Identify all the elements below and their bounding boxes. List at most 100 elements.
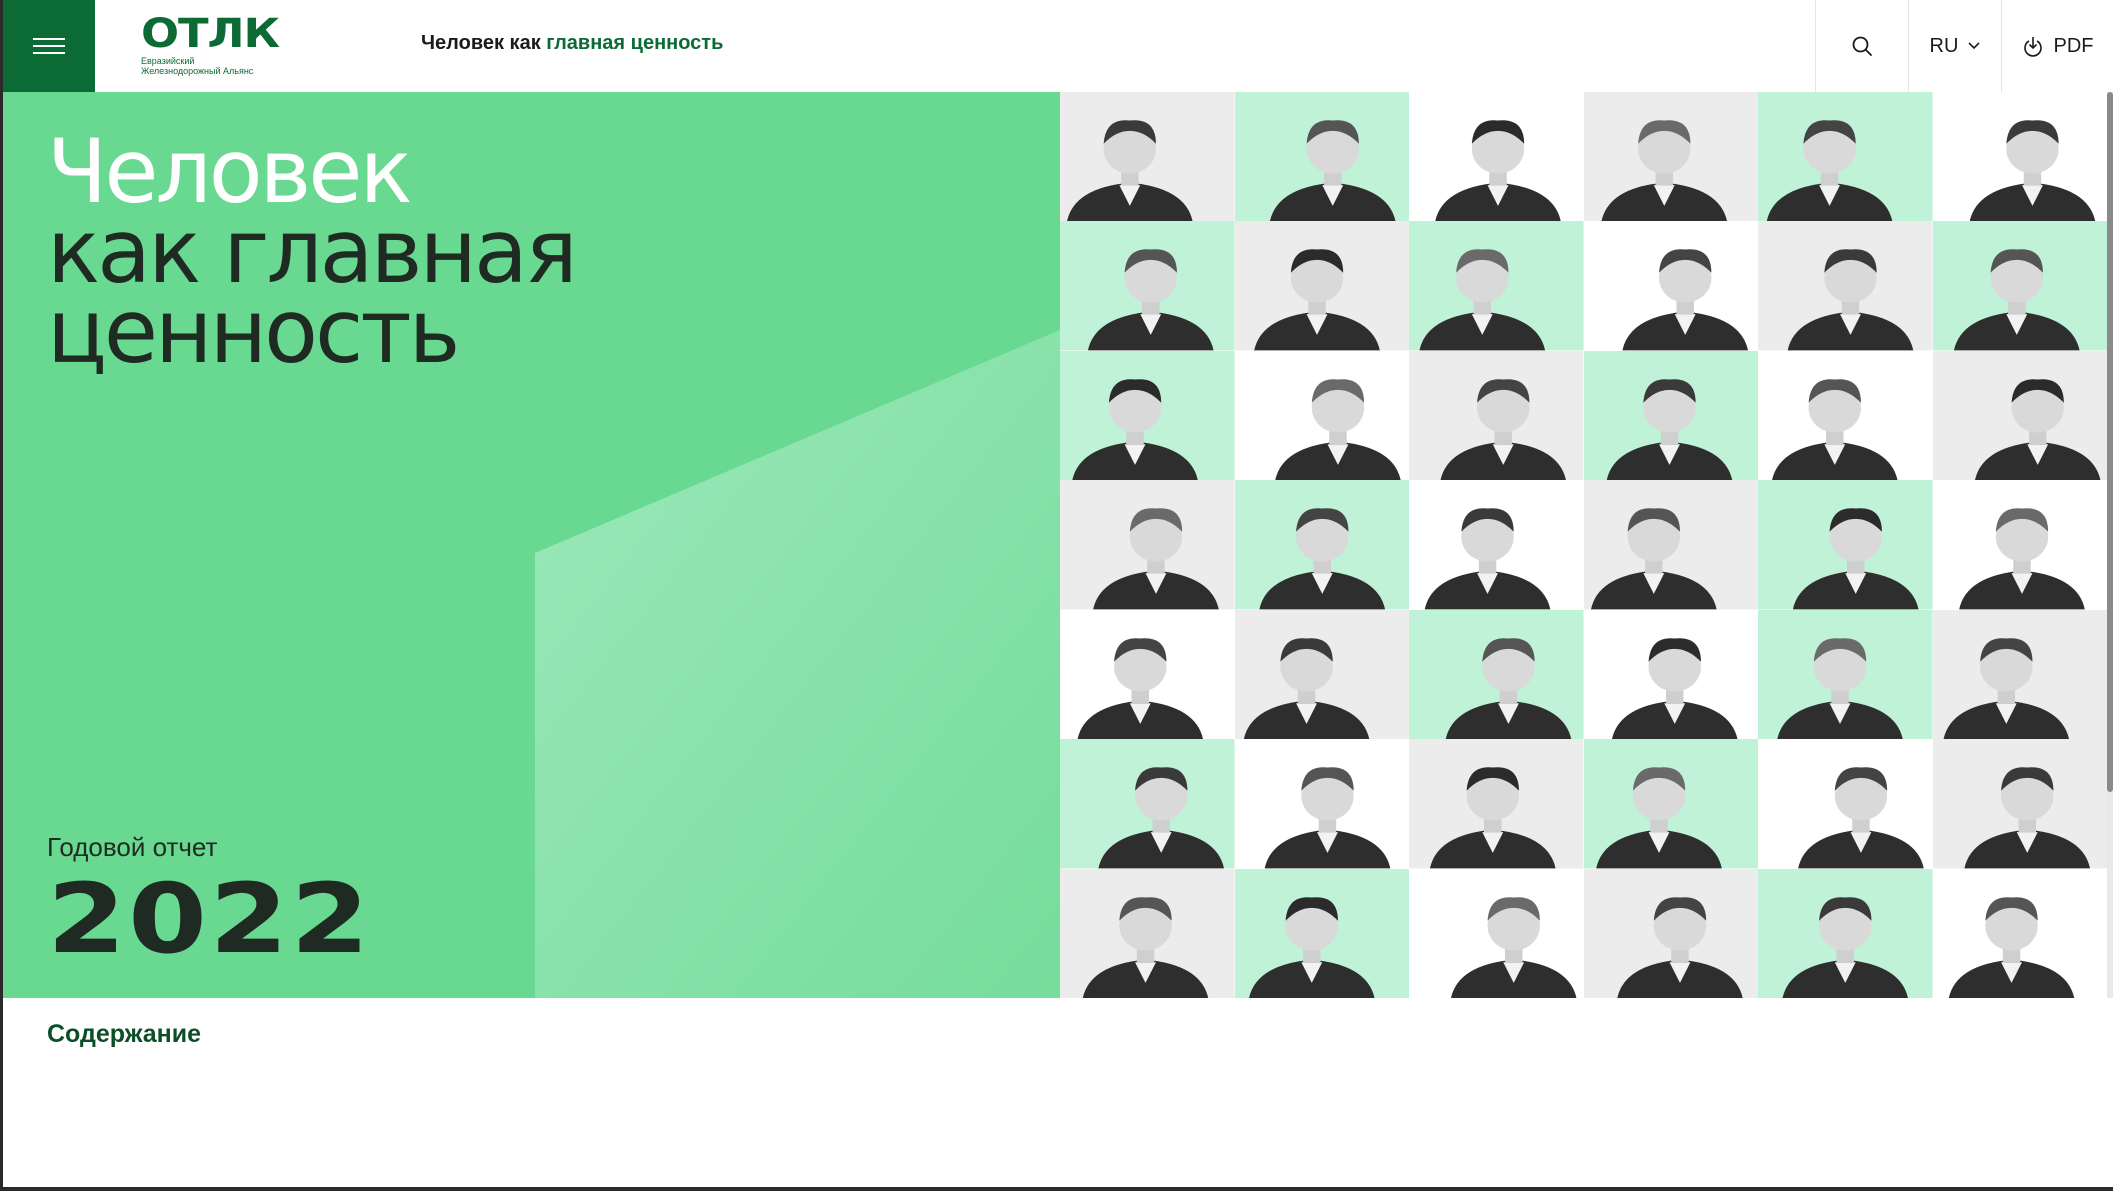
portrait-photo	[1060, 221, 1235, 351]
portrait-image	[1758, 868, 1933, 998]
logo-wordmark: ОТЛК	[141, 11, 280, 57]
portrait-photo	[1758, 868, 1933, 998]
portrait-photo	[1932, 868, 2107, 998]
search-button[interactable]	[1816, 0, 1908, 92]
portrait-photo	[1583, 92, 1758, 222]
portrait-photo	[1583, 480, 1758, 610]
hero-green-panel: Человек как главная ценность Годовой отч…	[3, 92, 1060, 998]
report-year: 2022	[47, 863, 372, 975]
portrait-image	[1932, 868, 2107, 998]
portrait-image	[1758, 609, 1933, 740]
portrait-photo	[1932, 480, 2107, 610]
portrait-photo	[1234, 350, 1409, 481]
portrait-image	[1583, 350, 1758, 481]
scrollbar-thumb[interactable]	[2107, 92, 2113, 792]
portrait-photo	[1583, 609, 1758, 740]
portrait-photo	[1932, 739, 2107, 869]
portrait-image	[1758, 480, 1933, 610]
portrait-photo	[1758, 739, 1933, 869]
portrait-photo	[1932, 609, 2107, 740]
portrait-image	[1234, 739, 1409, 869]
portrait-image	[1234, 350, 1409, 481]
site-title: Человек как главная ценность	[421, 32, 723, 55]
portrait-image	[1060, 221, 1235, 351]
logo-subtitle-line1: Евразийский	[141, 56, 195, 66]
portrait-photo	[1409, 92, 1584, 222]
portrait-photo	[1758, 221, 1933, 351]
portrait-grid	[1060, 92, 2107, 998]
pdf-download-button[interactable]: PDF	[2002, 0, 2113, 92]
portrait-photo	[1234, 609, 1409, 740]
portrait-image	[1583, 480, 1758, 610]
portrait-image	[1758, 221, 1933, 351]
portrait-image	[1234, 480, 1409, 610]
portrait-photo	[1583, 350, 1758, 481]
portrait-image	[1060, 92, 1235, 222]
portrait-photo	[1758, 350, 1933, 481]
portrait-photo	[1060, 868, 1235, 998]
portrait-photo	[1060, 609, 1235, 740]
portrait-image	[1932, 221, 2107, 351]
pdf-label: PDF	[2053, 34, 2094, 57]
site-header: ОТЛК Евразийский Железнодорожный Альянс …	[3, 0, 2113, 93]
portrait-photo	[1234, 92, 1409, 222]
portrait-photo	[1758, 609, 1933, 740]
hero-banner: Человек как главная ценность Годовой отч…	[3, 92, 2107, 998]
hamburger-icon	[33, 38, 65, 54]
portrait-photo	[1758, 480, 1933, 610]
portrait-photo	[1409, 868, 1584, 998]
portrait-photo	[1060, 480, 1235, 610]
portrait-photo	[1234, 480, 1409, 610]
portrait-photo	[1060, 92, 1235, 222]
portrait-photo	[1060, 739, 1235, 869]
portrait-image	[1758, 92, 1933, 222]
portrait-photo	[1583, 739, 1758, 869]
portrait-photo	[1932, 92, 2107, 222]
language-selector[interactable]: RU	[1909, 0, 2001, 92]
portrait-image	[1060, 480, 1235, 610]
portrait-image	[1409, 609, 1584, 740]
portrait-image	[1583, 609, 1758, 740]
portrait-photo	[1409, 221, 1584, 351]
portrait-image	[1409, 868, 1584, 998]
portrait-photo	[1583, 221, 1758, 351]
portrait-image	[1409, 221, 1584, 351]
site-title-plain: Человек как	[421, 32, 547, 54]
portrait-image	[1409, 92, 1584, 222]
portrait-image	[1932, 350, 2107, 481]
portrait-photo	[1409, 609, 1584, 740]
search-icon	[1852, 36, 1872, 56]
hero-title-line3: ценность	[47, 280, 460, 383]
portrait-image	[1234, 221, 1409, 351]
portrait-image	[1409, 350, 1584, 481]
menu-button[interactable]	[3, 0, 95, 92]
logo[interactable]: ОТЛК Евразийский Железнодорожный Альянс	[141, 14, 281, 76]
window-frame-bottom	[0, 1187, 2113, 1191]
portrait-photo	[1758, 92, 1933, 222]
site-title-accent: главная ценность	[546, 32, 724, 54]
hero-title: Человек как главная ценность	[47, 128, 578, 383]
portrait-photo	[1234, 868, 1409, 998]
portrait-image	[1932, 609, 2107, 740]
scrollbar[interactable]	[2107, 92, 2113, 998]
portrait-image	[1932, 480, 2107, 610]
portrait-photo	[1409, 350, 1584, 481]
portrait-photo	[1583, 868, 1758, 998]
portrait-image	[1234, 92, 1409, 222]
contents-link[interactable]: Содержание	[47, 1020, 201, 1049]
portrait-photo	[1234, 739, 1409, 869]
portrait-photo	[1409, 480, 1584, 610]
portrait-image	[1932, 739, 2107, 869]
report-label: Годовой отчет	[47, 832, 218, 862]
portrait-image	[1758, 350, 1933, 481]
portrait-photo	[1409, 739, 1584, 869]
portrait-photo	[1234, 221, 1409, 351]
portrait-image	[1583, 92, 1758, 222]
logo-subtitle-line2: Железнодорожный Альянс	[141, 66, 254, 76]
portrait-photo	[1932, 350, 2107, 481]
portrait-image	[1234, 609, 1409, 740]
portrait-image	[1060, 350, 1235, 481]
chevron-down-icon	[1968, 42, 1981, 50]
portrait-image	[1234, 868, 1409, 998]
portrait-image	[1583, 739, 1758, 869]
